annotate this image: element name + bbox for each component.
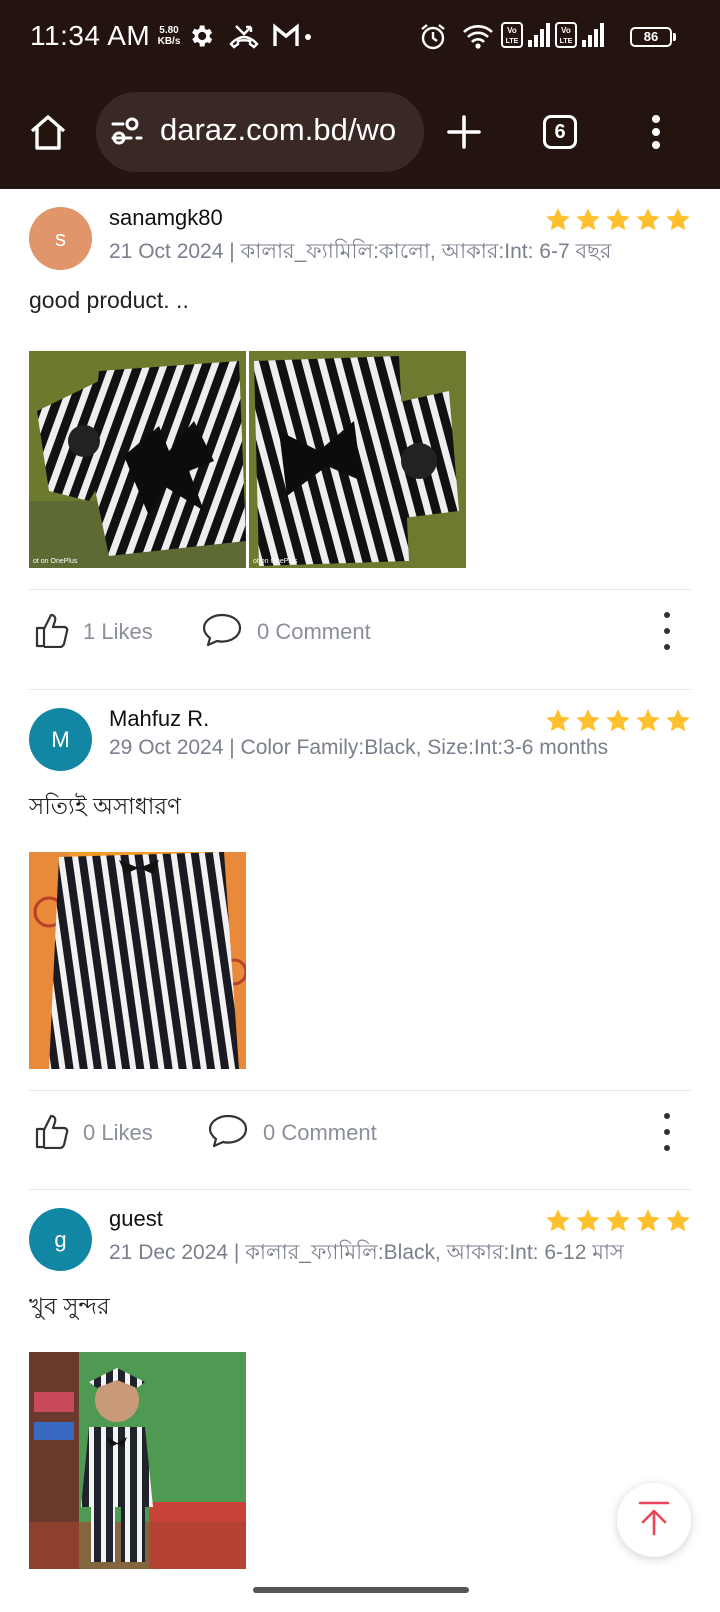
settings-icon bbox=[187, 22, 215, 54]
review-photo[interactable] bbox=[29, 852, 246, 1069]
signal-icon bbox=[527, 22, 551, 52]
home-icon[interactable] bbox=[22, 106, 74, 158]
review-author: sanamgk80 bbox=[109, 205, 223, 230]
review-item: s sanamgk80 21 Oct 2024 | কালার_ফ্যামিলি… bbox=[29, 189, 691, 689]
battery-icon: 86 bbox=[630, 27, 676, 47]
star-icon bbox=[605, 1208, 631, 1233]
star-icon bbox=[665, 1208, 691, 1233]
review-photo[interactable]: ot on OnePlus bbox=[249, 351, 466, 568]
comment-button[interactable]: 0 Comment bbox=[207, 1091, 377, 1174]
star-icon bbox=[545, 1208, 571, 1233]
comments-count: 0 Comment bbox=[263, 1119, 377, 1145]
svg-text:LTE: LTE bbox=[506, 38, 519, 45]
avatar: s bbox=[29, 207, 92, 270]
review-photo[interactable]: ot on OnePlus bbox=[29, 351, 246, 568]
like-button[interactable]: 1 Likes bbox=[35, 590, 153, 673]
more-options-icon[interactable] bbox=[657, 612, 677, 650]
likes-count: 1 Likes bbox=[83, 618, 153, 644]
address-bar[interactable]: daraz.com.bd/wo bbox=[96, 92, 424, 172]
avatar: M bbox=[29, 708, 92, 771]
more-options-icon[interactable] bbox=[657, 1113, 677, 1151]
comments-count: 0 Comment bbox=[257, 618, 371, 644]
star-rating bbox=[545, 708, 691, 733]
svg-text:Vo: Vo bbox=[507, 26, 517, 35]
review-photos: ot on OnePlus ot on OnePlus bbox=[29, 351, 466, 568]
thumbs-up-icon bbox=[35, 1113, 69, 1153]
scroll-to-top-button[interactable] bbox=[617, 1483, 691, 1557]
gmail-icon bbox=[272, 22, 314, 54]
review-actions: 1 Likes 0 Comment bbox=[29, 589, 691, 672]
review-meta: 21 Dec 2024 | কালার_ফ্যামিলি:Black, আকার… bbox=[109, 1241, 624, 1264]
review-text: সত্যিই অসাধারণ bbox=[29, 793, 181, 819]
new-tab-icon[interactable] bbox=[438, 106, 490, 158]
net-speed-value: 5.80 bbox=[159, 25, 179, 36]
review-item: M Mahfuz R. 29 Oct 2024 | Color Family:B… bbox=[29, 689, 691, 1189]
comment-button[interactable]: 0 Comment bbox=[201, 590, 371, 673]
star-rating bbox=[545, 1208, 691, 1233]
review-text: good product. .. bbox=[29, 287, 189, 313]
comment-icon bbox=[207, 1113, 249, 1153]
star-icon bbox=[665, 708, 691, 733]
status-time: 11:34 AM bbox=[30, 20, 151, 51]
status-bar: 11:34 AM 5.80 KB/s Vo LTE Vo LTE 86 bbox=[0, 0, 720, 80]
star-rating bbox=[545, 207, 691, 232]
review-text: খুব সুন্দর bbox=[29, 1293, 110, 1319]
star-icon bbox=[605, 207, 631, 232]
svg-text:ot on OnePlus: ot on OnePlus bbox=[33, 558, 78, 565]
comment-icon bbox=[201, 612, 243, 652]
net-speed: 5.80 KB/s bbox=[154, 25, 184, 47]
menu-icon[interactable] bbox=[636, 106, 676, 158]
thumbs-up-icon bbox=[35, 612, 69, 652]
review-author: Mahfuz R. bbox=[109, 706, 210, 731]
net-speed-unit: KB/s bbox=[157, 36, 181, 47]
review-photos bbox=[29, 852, 246, 1069]
svg-text:ot on OnePlus: ot on OnePlus bbox=[253, 558, 298, 565]
browser-toolbar: daraz.com.bd/wo 6 bbox=[0, 88, 720, 178]
review-meta: 21 Oct 2024 | কালার_ফ্যামিলি:কালো, আকার:… bbox=[109, 240, 612, 263]
tabs-icon[interactable]: 6 bbox=[534, 106, 586, 158]
star-icon bbox=[545, 207, 571, 232]
missed-call-icon bbox=[229, 22, 259, 54]
review-photo[interactable] bbox=[29, 1352, 246, 1569]
review-meta: 29 Oct 2024 | Color Family:Black, Size:I… bbox=[109, 736, 609, 759]
svg-text:LTE: LTE bbox=[560, 38, 573, 45]
star-icon bbox=[605, 708, 631, 733]
star-icon bbox=[575, 207, 601, 232]
review-list: s sanamgk80 21 Oct 2024 | কালার_ফ্যামিলি… bbox=[29, 189, 691, 1612]
svg-text:Vo: Vo bbox=[561, 26, 571, 35]
signal-icon bbox=[581, 22, 605, 52]
star-icon bbox=[665, 207, 691, 232]
alarm-icon bbox=[418, 22, 448, 56]
review-item: g guest 21 Dec 2024 | কালার_ফ্যামিলি:Bla… bbox=[29, 1189, 691, 1612]
site-settings-icon[interactable] bbox=[110, 116, 144, 152]
browser-chrome: 11:34 AM 5.80 KB/s Vo LTE Vo LTE 86 dara… bbox=[0, 0, 720, 189]
like-button[interactable]: 0 Likes bbox=[35, 1091, 153, 1174]
avatar: g bbox=[29, 1208, 92, 1271]
review-photos bbox=[29, 1352, 246, 1569]
wifi-icon bbox=[462, 22, 494, 54]
url-text: daraz.com.bd/wo bbox=[160, 112, 397, 147]
review-actions: 0 Likes 0 Comment bbox=[29, 1090, 691, 1173]
volte-icon: Vo LTE bbox=[555, 22, 577, 52]
star-icon bbox=[545, 708, 571, 733]
star-icon bbox=[635, 1208, 661, 1233]
star-icon bbox=[575, 708, 601, 733]
star-icon bbox=[635, 708, 661, 733]
volte-icon: Vo LTE bbox=[501, 22, 523, 52]
star-icon bbox=[575, 1208, 601, 1233]
arrow-up-to-top-icon bbox=[637, 1500, 671, 1540]
star-icon bbox=[635, 207, 661, 232]
gesture-bar[interactable] bbox=[253, 1587, 469, 1593]
review-author: guest bbox=[109, 1206, 163, 1231]
tab-count: 6 bbox=[543, 115, 577, 149]
likes-count: 0 Likes bbox=[83, 1119, 153, 1145]
